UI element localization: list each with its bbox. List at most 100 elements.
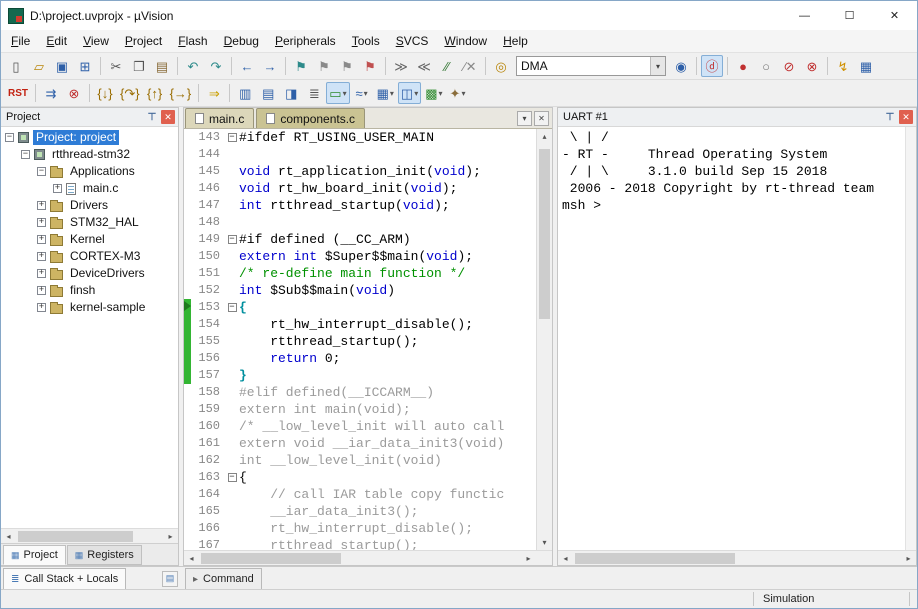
tree-expander[interactable]: + bbox=[37, 286, 46, 295]
tree-item-rtthread-stm32[interactable]: −rtthread-stm32 bbox=[1, 146, 178, 163]
symbol-window-icon[interactable]: ◨ bbox=[280, 82, 302, 104]
scroll-left-icon[interactable]: ◂ bbox=[1, 529, 16, 543]
code-line[interactable]: 152int $Sub$$main(void) bbox=[184, 282, 536, 299]
scroll-right-icon[interactable]: ▸ bbox=[521, 551, 536, 565]
code-line[interactable]: 163−{ bbox=[184, 469, 536, 486]
menu-flash[interactable]: Flash bbox=[170, 30, 215, 52]
command-window-icon[interactable]: ▥ bbox=[234, 82, 256, 104]
fold-marker[interactable]: − bbox=[225, 299, 239, 316]
tree-expander[interactable]: + bbox=[37, 201, 46, 210]
uart-output[interactable]: \ | /- RT - Thread Operating System / | … bbox=[558, 127, 905, 550]
editor-hscrollbar[interactable]: ◂ ▸ bbox=[184, 550, 536, 565]
memory-window-icon[interactable]: ▦▾ bbox=[374, 82, 397, 104]
menu-window[interactable]: Window bbox=[436, 30, 495, 52]
tree-expander[interactable]: + bbox=[37, 303, 46, 312]
menu-debug[interactable]: Debug bbox=[216, 30, 267, 52]
run-to-cursor-icon[interactable]: {→} bbox=[167, 82, 195, 104]
copy-icon[interactable]: ❐ bbox=[128, 55, 150, 77]
menu-help[interactable]: Help bbox=[495, 30, 536, 52]
fold-marker[interactable]: − bbox=[225, 129, 239, 146]
redo-icon[interactable]: ↷ bbox=[205, 55, 227, 77]
document-list-icon[interactable]: ▾ bbox=[517, 111, 532, 126]
indent-icon[interactable]: ≫ bbox=[390, 55, 412, 77]
dropdown-arrow-icon[interactable]: ▾ bbox=[461, 89, 465, 98]
minimize-button[interactable]: — bbox=[782, 1, 827, 30]
code-line[interactable]: 157} bbox=[184, 367, 536, 384]
dropdown-arrow-icon[interactable]: ▾ bbox=[390, 89, 394, 98]
bookmark-toggle-icon[interactable]: ⚑ bbox=[290, 55, 312, 77]
panel-tab-project[interactable]: ▦Project bbox=[3, 545, 66, 565]
code-line[interactable]: 161extern void __iar_data_init3(void) bbox=[184, 435, 536, 452]
code-line[interactable]: 149−#if defined (__CC_ARM) bbox=[184, 231, 536, 248]
tree-item-main-c[interactable]: +main.c bbox=[1, 180, 178, 197]
open-file-icon[interactable]: ▱ bbox=[28, 55, 50, 77]
fold-marker[interactable]: − bbox=[225, 469, 239, 486]
code-line[interactable]: 162int __low_level_init(void) bbox=[184, 452, 536, 469]
close-document-icon[interactable]: ✕ bbox=[534, 111, 549, 126]
tree-item-kernel[interactable]: +Kernel bbox=[1, 231, 178, 248]
menu-view[interactable]: View bbox=[75, 30, 117, 52]
menu-peripherals[interactable]: Peripherals bbox=[267, 30, 344, 52]
dropdown-arrow-icon[interactable]: ▾ bbox=[364, 89, 368, 98]
combo-dropdown-icon[interactable]: ▾ bbox=[650, 57, 665, 75]
tree-item-project-project[interactable]: −Project: project bbox=[1, 129, 178, 146]
code-line[interactable]: 145void rt_application_init(void); bbox=[184, 163, 536, 180]
tree-expander[interactable]: − bbox=[37, 167, 46, 176]
editor-vscrollbar[interactable]: ▴ ▾ bbox=[536, 129, 552, 550]
command-tab[interactable]: ▸ Command bbox=[185, 568, 262, 589]
code-line[interactable]: 147int rtthread_startup(void); bbox=[184, 197, 536, 214]
serial-window-icon[interactable]: ▭▾ bbox=[326, 82, 349, 104]
code-line[interactable]: 155 rtthread_startup(); bbox=[184, 333, 536, 350]
fold-marker[interactable]: − bbox=[225, 231, 239, 248]
reset-cpu-button[interactable]: RST bbox=[5, 82, 31, 104]
tree-item-applications[interactable]: −Applications bbox=[1, 163, 178, 180]
tree-expander[interactable]: − bbox=[5, 133, 14, 142]
code-line[interactable]: 153−{ bbox=[184, 299, 536, 316]
step-over-icon[interactable]: {↷} bbox=[117, 82, 143, 104]
code-line[interactable]: 160/* __low_level_init will auto call bbox=[184, 418, 536, 435]
new-file-icon[interactable]: ▯ bbox=[5, 55, 27, 77]
pin-icon[interactable]: ⊤ bbox=[145, 110, 159, 124]
analysis-window-icon[interactable]: ≈▾ bbox=[351, 82, 373, 104]
step-out-icon[interactable]: {↑} bbox=[144, 82, 166, 104]
menu-svcs[interactable]: SVCS bbox=[388, 30, 437, 52]
dock-menu-icon[interactable]: ▤ bbox=[162, 571, 178, 587]
menu-project[interactable]: Project bbox=[117, 30, 170, 52]
scrollbar-thumb[interactable] bbox=[539, 149, 550, 319]
tree-item-stm32-hal[interactable]: +STM32_HAL bbox=[1, 214, 178, 231]
panel-tab-registers[interactable]: ▦Registers bbox=[67, 545, 142, 565]
uncomment-icon[interactable]: ∕✕ bbox=[459, 55, 481, 77]
disable-all-breakpoints-icon[interactable]: ⊘ bbox=[778, 55, 800, 77]
system-viewer-icon[interactable]: ▩▾ bbox=[422, 82, 445, 104]
doc-tab-components-c[interactable]: components.c bbox=[256, 108, 365, 128]
toolbox-icon[interactable]: ✦▾ bbox=[447, 82, 469, 104]
code-line[interactable]: 159extern int main(void); bbox=[184, 401, 536, 418]
code-line[interactable]: 156 return 0; bbox=[184, 350, 536, 367]
fold-collapse-icon[interactable]: − bbox=[228, 235, 237, 244]
undo-icon[interactable]: ↶ bbox=[182, 55, 204, 77]
scrollbar-thumb[interactable] bbox=[201, 553, 341, 564]
outdent-icon[interactable]: ≪ bbox=[413, 55, 435, 77]
flash-download-icon[interactable]: ↯ bbox=[832, 55, 854, 77]
project-tree-hscrollbar[interactable]: ◂ ▸ bbox=[1, 528, 178, 543]
panel-close-icon[interactable]: ✕ bbox=[161, 110, 175, 124]
next-bookmark-icon[interactable]: ⚑ bbox=[336, 55, 358, 77]
scrollbar-thumb[interactable] bbox=[18, 531, 133, 542]
disassembly-window-icon[interactable]: ▤ bbox=[257, 82, 279, 104]
save-all-icon[interactable]: ⊞ bbox=[74, 55, 96, 77]
close-button[interactable]: ✕ bbox=[872, 1, 917, 30]
window-layout-icon[interactable]: ▦ bbox=[855, 55, 877, 77]
dropdown-arrow-icon[interactable]: ▾ bbox=[343, 89, 347, 98]
code-line[interactable]: 165 __iar_data_init3(); bbox=[184, 503, 536, 520]
scroll-left-icon[interactable]: ◂ bbox=[558, 551, 573, 565]
code-line[interactable]: 150extern int $Super$$main(void); bbox=[184, 248, 536, 265]
navigate-back-icon[interactable]: ← bbox=[236, 55, 258, 77]
scroll-up-icon[interactable]: ▴ bbox=[537, 129, 552, 144]
fold-collapse-icon[interactable]: − bbox=[228, 303, 237, 312]
fold-collapse-icon[interactable]: − bbox=[228, 133, 237, 142]
kill-all-breakpoints-icon[interactable]: ⊗ bbox=[801, 55, 823, 77]
tree-item-devicedrivers[interactable]: +DeviceDrivers bbox=[1, 265, 178, 282]
tree-expander[interactable]: + bbox=[37, 269, 46, 278]
scroll-down-icon[interactable]: ▾ bbox=[537, 535, 552, 550]
uart-vscrollbar[interactable] bbox=[905, 127, 916, 550]
